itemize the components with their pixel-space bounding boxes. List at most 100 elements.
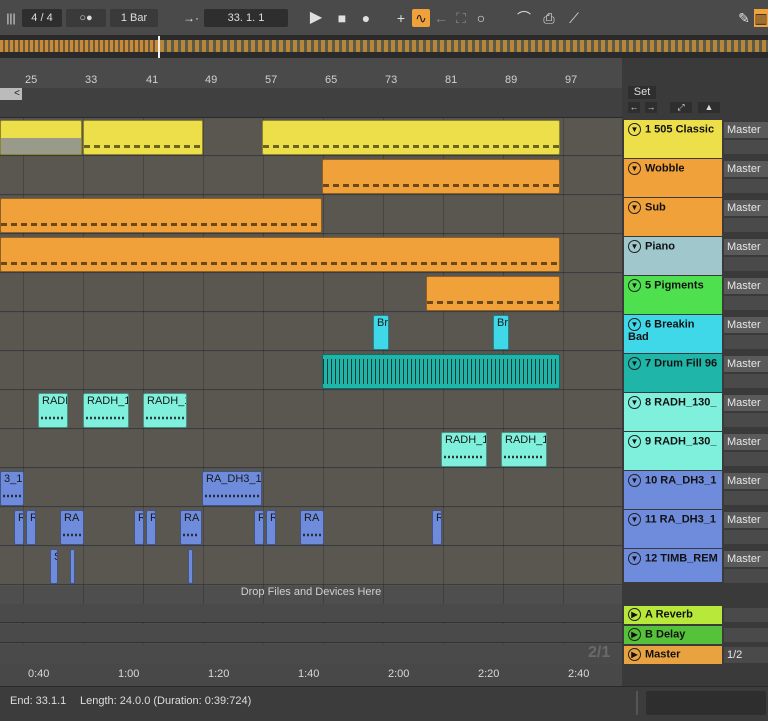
automation-arm-button[interactable]: ∿ <box>412 9 430 27</box>
fold-icon[interactable]: ▼ <box>628 123 641 136</box>
fold-icon[interactable]: ▼ <box>628 513 641 526</box>
tap-tempo-icon[interactable]: ||| <box>2 9 20 27</box>
fold-icon[interactable]: ▶ <box>628 608 641 621</box>
clip-ra-dh3[interactable]: R <box>26 510 36 545</box>
track-header[interactable]: ▼ 7 Drum Fill 96 <box>624 354 722 392</box>
return-lane-b[interactable] <box>0 624 622 643</box>
clip-timb[interactable] <box>188 549 193 584</box>
clip-505[interactable] <box>83 120 203 155</box>
track-header[interactable]: ▼ 1 505 Classic <box>624 120 722 158</box>
routing-sub[interactable] <box>724 569 768 583</box>
track-header[interactable]: ▼ 6 Breakin Bad <box>624 315 722 353</box>
track-lane[interactable] <box>0 469 622 507</box>
record-button[interactable]: ● <box>356 9 376 27</box>
arrangement-overview[interactable] <box>0 36 768 58</box>
track-header[interactable]: ▼ 5 Pigments <box>624 276 722 314</box>
track-header[interactable]: ▼ 10 RA_DH3_1 <box>624 471 722 509</box>
output-routing[interactable]: Master <box>724 317 768 333</box>
fold-icon[interactable]: ▼ <box>628 435 641 448</box>
clip-ra-dh3[interactable]: RA <box>180 510 202 545</box>
fold-icon[interactable]: ▼ <box>628 279 641 292</box>
stop-button[interactable]: ■ <box>332 9 352 27</box>
track-header[interactable]: ▼ Piano <box>624 237 722 275</box>
metronome-toggle[interactable]: ○● <box>66 9 106 27</box>
output-routing[interactable]: Master <box>724 200 768 216</box>
clip-radh[interactable]: RADH_1 <box>143 393 187 428</box>
track-header[interactable]: ▼ 9 RADH_130_ <box>624 432 722 470</box>
routing-sub[interactable] <box>724 628 768 642</box>
routing-sub[interactable] <box>724 608 768 622</box>
output-routing[interactable]: Master <box>724 551 768 567</box>
track-header[interactable]: ▼ 12 TIMB_REM <box>624 549 722 582</box>
fold-icon[interactable]: ▼ <box>628 396 641 409</box>
fade-icon[interactable]: ⟋ <box>564 9 584 27</box>
back-to-arrangement-icon[interactable]: ← <box>432 9 450 27</box>
session-record-icon[interactable]: ○ <box>472 9 490 27</box>
clip-drum-fill[interactable] <box>322 354 560 389</box>
routing-sub[interactable] <box>724 374 768 388</box>
output-routing[interactable]: Master <box>724 395 768 411</box>
routing-sub[interactable] <box>724 140 768 154</box>
add-icon[interactable]: + <box>392 9 410 27</box>
master-output[interactable]: 1/2 <box>724 647 768 663</box>
curve-icon[interactable]: ⌒ <box>514 9 534 27</box>
clip-radh[interactable]: RADH_1 <box>441 432 487 467</box>
clip-breakin[interactable]: Br <box>373 315 389 350</box>
fold-icon[interactable]: ▶ <box>628 648 641 661</box>
capture-icon[interactable]: ⎙ <box>538 9 560 27</box>
routing-sub[interactable] <box>724 257 768 271</box>
follow-icon[interactable]: →· <box>180 9 202 27</box>
cpu-meter[interactable] <box>646 691 766 715</box>
routing-sub[interactable] <box>724 335 768 349</box>
song-position-field[interactable]: 33. 1. 1 <box>204 9 288 27</box>
output-routing[interactable]: Master <box>724 278 768 294</box>
clip-radh[interactable]: RADH <box>38 393 68 428</box>
clip-ra-dh3[interactable]: R <box>266 510 276 545</box>
output-routing[interactable]: Master <box>724 434 768 450</box>
expand-icon[interactable]: ⤢ <box>670 102 692 113</box>
clip-radh[interactable]: RADH_1 <box>83 393 129 428</box>
clip-ra-dh3[interactable]: R <box>254 510 264 545</box>
fold-icon[interactable]: ▼ <box>628 357 641 370</box>
fold-icon[interactable]: ▼ <box>628 201 641 214</box>
play-button[interactable]: ▶ <box>306 9 326 27</box>
loop-brace-strip[interactable]: < <box>0 88 622 118</box>
track-header[interactable]: ▼ Wobble <box>624 159 722 197</box>
master-lane[interactable] <box>0 644 622 664</box>
output-routing[interactable]: Master <box>724 473 768 489</box>
clip-timb[interactable] <box>70 549 75 584</box>
lock-icon[interactable]: ▲ <box>698 102 720 113</box>
clip-pigments[interactable] <box>426 276 560 311</box>
clip-piano[interactable] <box>0 237 560 272</box>
track-header[interactable]: ▼ 11 RA_DH3_1 <box>624 510 722 548</box>
fold-icon[interactable]: ▶ <box>628 628 641 641</box>
loop-start-marker[interactable]: < <box>0 88 22 100</box>
routing-sub[interactable] <box>724 179 768 193</box>
clip-ra-dh3[interactable]: 3_12 <box>0 471 24 506</box>
clip-ra-dh3[interactable]: R <box>14 510 24 545</box>
routing-sub[interactable] <box>724 530 768 544</box>
clip-sub[interactable] <box>0 198 322 233</box>
clip-ra-dh3[interactable]: RA <box>300 510 324 545</box>
loop-icon[interactable]: ⛶ <box>452 9 470 27</box>
time-signature-field[interactable]: 4 / 4 <box>22 9 62 27</box>
output-routing[interactable]: Master <box>724 512 768 528</box>
arrow-right-icon[interactable]: → <box>645 102 657 113</box>
clip-radh[interactable]: RADH_1 <box>501 432 547 467</box>
fold-icon[interactable]: ▼ <box>628 318 641 331</box>
routing-sub[interactable] <box>724 296 768 310</box>
output-routing[interactable]: Master <box>724 239 768 255</box>
track-header[interactable]: ▼ Sub <box>624 198 722 236</box>
clip-ra-dh3[interactable]: R <box>146 510 156 545</box>
draw-mode-icon[interactable]: ✎ <box>736 9 752 27</box>
fold-icon[interactable]: ▼ <box>628 552 641 565</box>
clip-ra-dh3[interactable]: RA <box>60 510 84 545</box>
routing-sub[interactable] <box>724 491 768 505</box>
clip-505[interactable] <box>262 120 560 155</box>
track-header[interactable]: ▼ 8 RADH_130_ <box>624 393 722 431</box>
output-routing[interactable]: Master <box>724 122 768 138</box>
output-routing[interactable]: Master <box>724 161 768 177</box>
clip-breakin[interactable]: Br <box>493 315 509 350</box>
return-header-b[interactable]: ▶ B Delay <box>624 626 722 644</box>
keyboard-icon[interactable]: ▥ <box>754 9 768 27</box>
